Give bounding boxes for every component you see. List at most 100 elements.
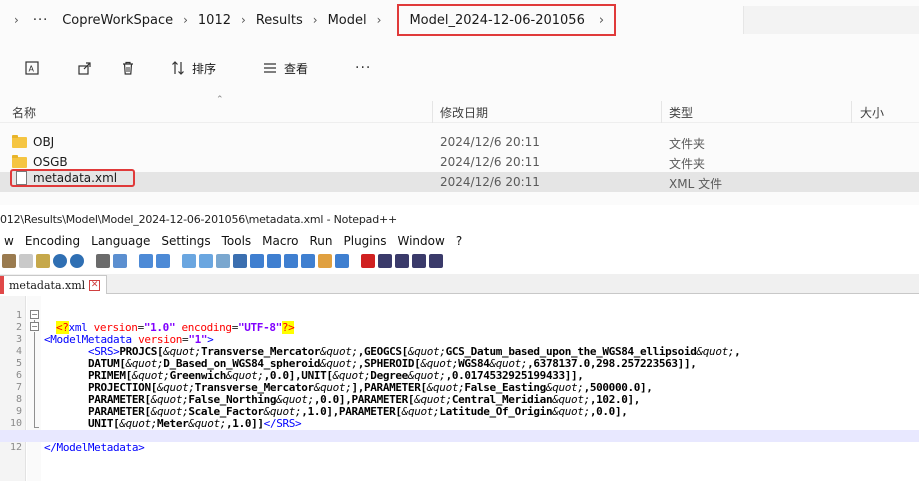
- share-icon[interactable]: [77, 60, 93, 76]
- column-divider[interactable]: [851, 101, 852, 123]
- chevron-right-icon[interactable]: ›: [14, 13, 19, 27]
- undo-icon[interactable]: [53, 254, 67, 268]
- run-macro-multiple-icon[interactable]: [412, 254, 426, 268]
- sort-icon: [170, 60, 186, 76]
- file-date: 2024/12/6 20:11: [440, 135, 540, 149]
- menu-item-run[interactable]: Run: [309, 234, 332, 248]
- file-date: 2024/12/6 20:11: [440, 155, 540, 169]
- menu-item-language[interactable]: Language: [91, 234, 150, 248]
- code-editor[interactable]: − − 1 <?xml version="1.0" encoding="UTF-…: [0, 296, 919, 481]
- menu-item-settings[interactable]: Settings: [161, 234, 210, 248]
- menu-item-encoding[interactable]: Encoding: [25, 234, 80, 248]
- menu-item-view[interactable]: w: [4, 234, 14, 248]
- more-options-icon[interactable]: ···: [355, 60, 371, 76]
- cut-icon[interactable]: [2, 254, 16, 268]
- delete-icon[interactable]: [120, 60, 136, 76]
- code-line: 1 <?xml version="1.0" encoding="UTF-8"?>: [0, 298, 919, 334]
- file-explorer: › ··· CopreWorkSpace › 1012 › Results › …: [0, 0, 919, 205]
- breadcrumb-item-model[interactable]: Model: [328, 13, 367, 28]
- code-line: 4 DATUM[&quot;D_Based_on_WGS84_spheroid&…: [0, 334, 919, 370]
- monitoring-icon[interactable]: [335, 254, 349, 268]
- paste-icon[interactable]: [36, 254, 50, 268]
- file-row[interactable]: OBJ 2024/12/6 20:11 文件夹: [0, 132, 919, 152]
- find-icon[interactable]: [96, 254, 110, 268]
- column-header: 名称 ⌃ 修改日期 类型 大小: [0, 95, 919, 123]
- zoom-in-icon[interactable]: [139, 254, 153, 268]
- tab-bar: metadata.xml ✕: [0, 274, 919, 294]
- sort-button[interactable]: 排序: [170, 60, 216, 77]
- copy-icon[interactable]: [19, 254, 33, 268]
- file-name: OBJ: [33, 135, 55, 149]
- breadcrumb-item-current[interactable]: Model_2024-12-06-201056: [409, 13, 584, 28]
- code-line-current: 12: [0, 430, 919, 453]
- sync-horizontal-icon[interactable]: [199, 254, 213, 268]
- column-date[interactable]: 修改日期: [440, 104, 488, 121]
- file-name: OSGB: [33, 155, 68, 169]
- window-title: 012\Results\Model\Model_2024-12-06-20105…: [0, 205, 919, 231]
- doc-map-icon[interactable]: [284, 254, 298, 268]
- code-line: 10 <SRSOrigin>565756.000000,2794992.0000…: [0, 406, 919, 442]
- menu-item-tools[interactable]: Tools: [222, 234, 252, 248]
- file-row[interactable]: OSGB 2024/12/6 20:11 文件夹: [0, 152, 919, 172]
- record-macro-icon[interactable]: [361, 254, 375, 268]
- breadcrumb-item-results[interactable]: Results: [256, 13, 303, 28]
- code-line: 8 PARAMETER[&quot;Scale_Factor&quot;,1.0…: [0, 382, 919, 418]
- toolbar: [0, 251, 919, 271]
- show-all-chars-icon[interactable]: [233, 254, 247, 268]
- rename-icon[interactable]: A: [24, 60, 40, 76]
- menu-bar: w Encoding Language Settings Tools Macro…: [0, 232, 919, 250]
- stop-recording-icon[interactable]: [378, 254, 392, 268]
- zoom-out-icon[interactable]: [156, 254, 170, 268]
- file-name-cell: OBJ: [12, 133, 54, 151]
- file-icon: [16, 171, 27, 185]
- file-row-selected[interactable]: metadata.xml 2024/12/6 20:11 XML 文件: [0, 169, 919, 192]
- menu-item-window[interactable]: Window: [397, 234, 444, 248]
- more-icon[interactable]: ···: [33, 13, 48, 28]
- column-size[interactable]: 大小: [860, 104, 884, 121]
- chevron-right-icon: ›: [312, 13, 318, 27]
- save-macro-icon[interactable]: [429, 254, 443, 268]
- breadcrumb: › ··· CopreWorkSpace › 1012 › Results › …: [0, 0, 919, 40]
- function-list-icon[interactable]: [301, 254, 315, 268]
- svg-text:A: A: [29, 65, 35, 74]
- replace-icon[interactable]: [113, 254, 127, 268]
- tab-metadata-xml[interactable]: metadata.xml ✕: [0, 275, 108, 294]
- code-line: 2 <ModelMetadata version="1">: [0, 310, 919, 346]
- file-type: 文件夹: [669, 157, 706, 171]
- column-divider[interactable]: [432, 101, 433, 123]
- view-button[interactable]: 查看: [262, 60, 308, 77]
- sort-ascending-icon: ⌃: [216, 95, 224, 105]
- playback-icon[interactable]: [395, 254, 409, 268]
- folder-icon: [12, 154, 27, 168]
- udl-icon[interactable]: [267, 254, 281, 268]
- code-line: 7 PARAMETER[&quot;False_Northing&quot;,0…: [0, 370, 919, 406]
- breadcrumb-item-1012[interactable]: 1012: [198, 13, 231, 28]
- chevron-right-icon: ›: [241, 13, 246, 27]
- chevron-right-icon[interactable]: ›: [599, 13, 604, 28]
- view-icon: [262, 60, 278, 76]
- file-name: metadata.xml: [33, 171, 118, 185]
- command-bar: A 排序 查看 ···: [0, 50, 919, 86]
- column-divider[interactable]: [661, 101, 662, 123]
- tab-label: metadata.xml: [9, 278, 86, 292]
- code-line: 5 PRIMEM[&quot;Greenwich&quot;,0.0],UNIT…: [0, 346, 919, 382]
- code-line: 3 <SRS>PROJCS[&quot;Transverse_Mercator&…: [0, 322, 919, 358]
- breadcrumb-item-copreworkspace[interactable]: CopreWorkSpace: [62, 13, 173, 28]
- chevron-right-icon: ›: [376, 13, 382, 27]
- column-name[interactable]: 名称: [12, 104, 36, 121]
- word-wrap-icon[interactable]: [216, 254, 230, 268]
- folder-workspace-icon[interactable]: [318, 254, 332, 268]
- column-type[interactable]: 类型: [669, 104, 693, 121]
- close-icon[interactable]: ✕: [89, 279, 101, 291]
- indent-guide-icon[interactable]: [250, 254, 264, 268]
- menu-item-plugins[interactable]: Plugins: [344, 234, 387, 248]
- redo-icon[interactable]: [70, 254, 84, 268]
- folder-icon: [12, 134, 27, 148]
- search-box[interactable]: [743, 6, 919, 34]
- menu-item-macro[interactable]: Macro: [262, 234, 298, 248]
- sync-vertical-icon[interactable]: [182, 254, 196, 268]
- breadcrumb-current-highlight[interactable]: Model_2024-12-06-201056 ›: [397, 4, 617, 36]
- file-date: 2024/12/6 20:11: [440, 175, 540, 189]
- menu-item-help[interactable]: ?: [456, 234, 462, 248]
- file-type: XML 文件: [669, 177, 723, 191]
